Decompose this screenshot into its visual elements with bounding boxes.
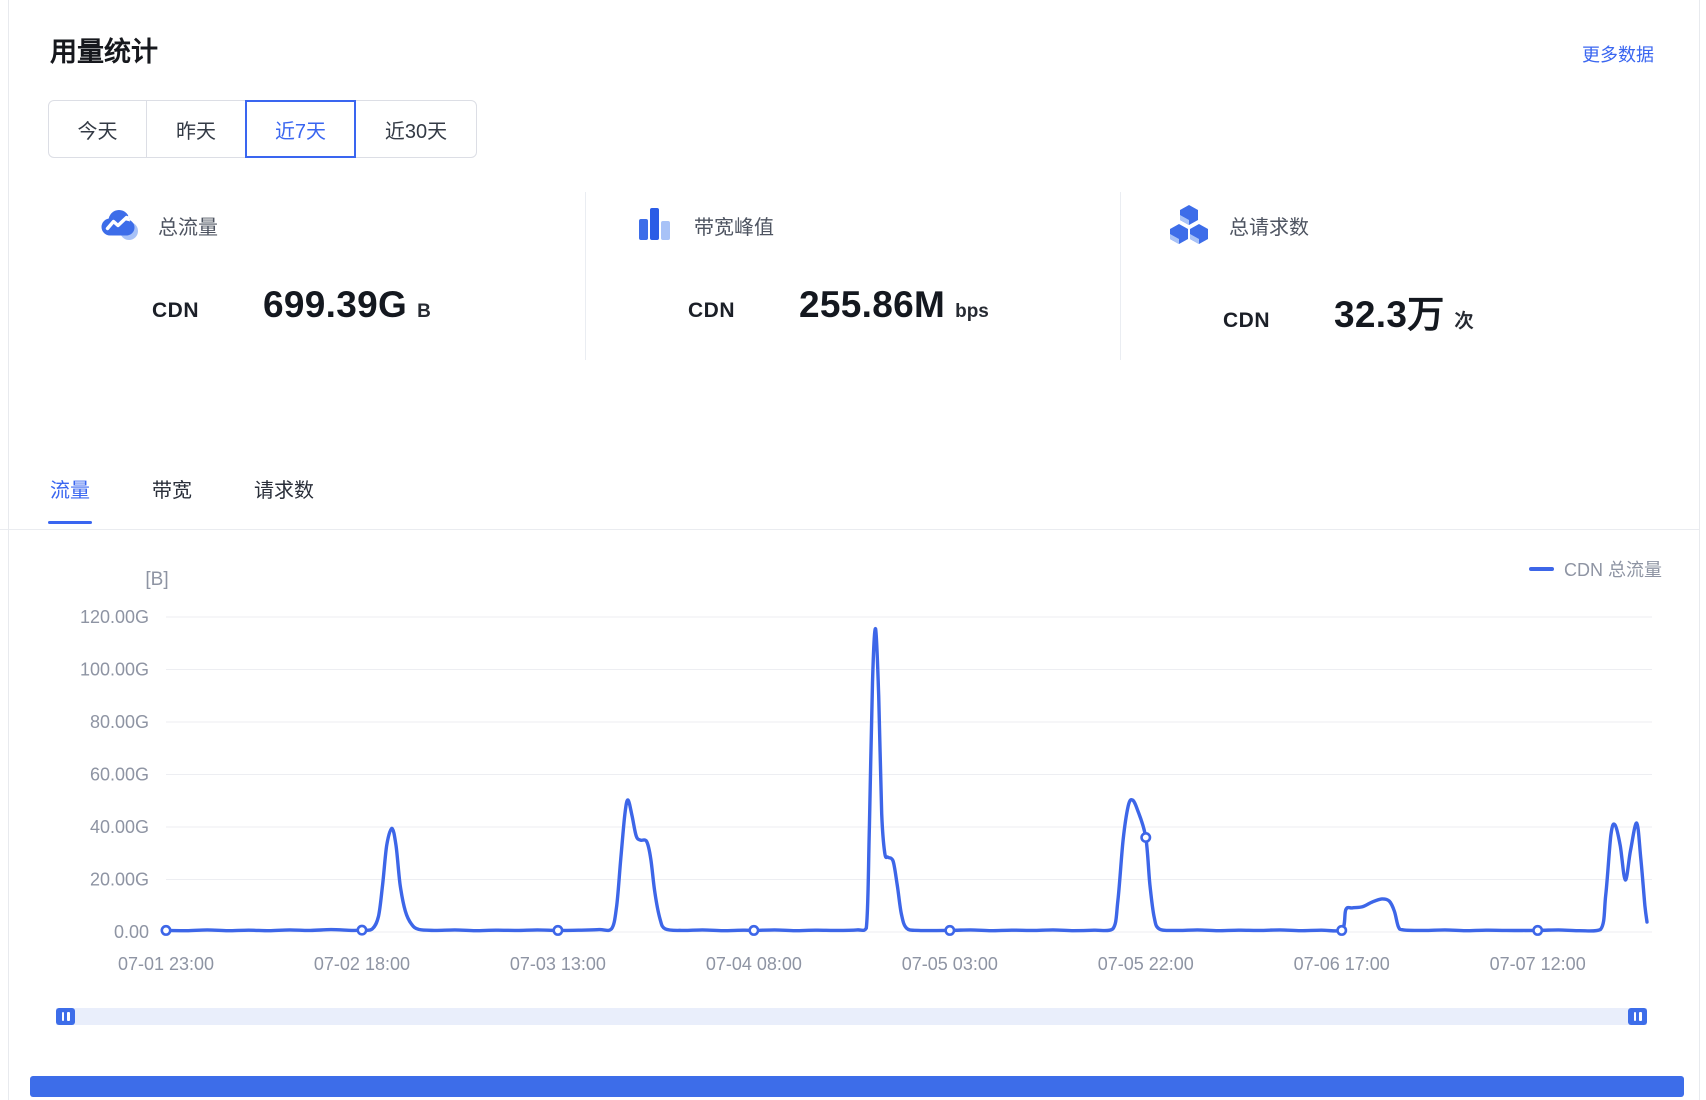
usage-statistics-panel: 0.00 20.00G 40.00G 60.00G 80.00G 100.00G 120.0… bbox=[0, 0, 1706, 1100]
data-point-marker[interactable] bbox=[554, 926, 562, 934]
data-point-marker[interactable] bbox=[750, 926, 758, 934]
data-point-marker[interactable] bbox=[1338, 926, 1346, 934]
page-title: 用量统计 bbox=[50, 30, 158, 69]
stat-unit: bps bbox=[955, 301, 989, 323]
svg-text:07-02 18:00: 07-02 18:00 bbox=[314, 954, 410, 974]
svg-text:[B]: [B] bbox=[145, 569, 168, 590]
svg-text:07-04 08:00: 07-04 08:00 bbox=[706, 954, 802, 974]
legend-line-swatch bbox=[1529, 567, 1554, 571]
legend-label: CDN 总流量 bbox=[1564, 556, 1662, 582]
stats-summary-row: 总流量 CDN 699.39G B 带宽峰值 CDN 255.86M bps bbox=[50, 192, 1655, 360]
datazoom-right-handle[interactable] bbox=[1628, 1008, 1647, 1025]
svg-text:80.00G: 80.00G bbox=[90, 712, 149, 732]
data-point-marker[interactable] bbox=[1533, 926, 1541, 934]
svg-text:07-01 23:00: 07-01 23:00 bbox=[118, 954, 214, 974]
svg-text:07-07 12:00: 07-07 12:00 bbox=[1490, 954, 1586, 974]
stat-value: 32.3万 bbox=[1334, 284, 1445, 338]
svg-text:60.00G: 60.00G bbox=[90, 765, 149, 785]
svg-text:07-03 13:00: 07-03 13:00 bbox=[510, 954, 606, 974]
svg-text:120.00G: 120.00G bbox=[80, 607, 149, 627]
stat-card-peak-bandwidth: 带宽峰值 CDN 255.86M bps bbox=[585, 192, 1120, 360]
range-button-today[interactable]: 今天 bbox=[48, 100, 147, 158]
horizontal-scrollbar-thumb[interactable] bbox=[30, 1076, 1684, 1097]
request-cubes-icon bbox=[1166, 202, 1212, 248]
stat-value: 255.86M bbox=[799, 284, 945, 326]
stat-product: CDN bbox=[1223, 309, 1270, 333]
stat-label: 总请求数 bbox=[1229, 211, 1309, 240]
panel-left-border bbox=[8, 0, 9, 1100]
svg-text:100.00G: 100.00G bbox=[80, 660, 149, 680]
data-point-marker[interactable] bbox=[162, 926, 170, 934]
svg-text:20.00G: 20.00G bbox=[90, 870, 149, 890]
datazoom-left-handle[interactable] bbox=[56, 1008, 75, 1025]
range-button-yesterday[interactable]: 昨天 bbox=[146, 100, 246, 158]
tab-traffic[interactable]: 流量 bbox=[50, 474, 90, 529]
svg-text:0.00: 0.00 bbox=[114, 922, 149, 942]
tab-bandwidth[interactable]: 带宽 bbox=[152, 474, 192, 529]
stat-unit: 次 bbox=[1455, 306, 1474, 333]
panel-right-border bbox=[1699, 0, 1700, 1100]
svg-text:07-06 17:00: 07-06 17:00 bbox=[1294, 954, 1390, 974]
stat-unit: B bbox=[417, 301, 431, 323]
chart-metric-tabs: 流量 带宽 请求数 bbox=[0, 460, 1699, 530]
stat-label: 总流量 bbox=[158, 211, 218, 240]
more-data-link[interactable]: 更多数据 bbox=[1582, 41, 1654, 67]
data-point-marker[interactable] bbox=[358, 926, 366, 934]
chart-legend[interactable]: CDN 总流量 bbox=[1529, 556, 1662, 582]
range-button-last7days[interactable]: 近7天 bbox=[245, 100, 356, 158]
svg-text:07-05 22:00: 07-05 22:00 bbox=[1098, 954, 1194, 974]
date-range-group: 今天 昨天 近7天 近30天 bbox=[48, 100, 477, 158]
stat-value: 699.39G bbox=[263, 284, 407, 326]
stat-label: 带宽峰值 bbox=[694, 211, 774, 240]
bandwidth-bars-icon bbox=[631, 202, 677, 248]
range-button-last30days[interactable]: 近30天 bbox=[355, 100, 477, 158]
stat-product: CDN bbox=[688, 299, 735, 323]
tab-requests[interactable]: 请求数 bbox=[254, 474, 314, 529]
datazoom-slider-track[interactable] bbox=[56, 1008, 1647, 1025]
stat-product: CDN bbox=[152, 299, 199, 323]
svg-text:07-05 03:00: 07-05 03:00 bbox=[902, 954, 998, 974]
cloud-traffic-icon bbox=[95, 202, 141, 248]
stat-card-total-traffic: 总流量 CDN 699.39G B bbox=[50, 192, 585, 360]
stat-card-total-requests: 总请求数 CDN 32.3万 次 bbox=[1120, 192, 1655, 360]
svg-text:40.00G: 40.00G bbox=[90, 817, 149, 837]
data-point-marker[interactable] bbox=[1142, 833, 1150, 841]
data-point-marker[interactable] bbox=[946, 926, 954, 934]
